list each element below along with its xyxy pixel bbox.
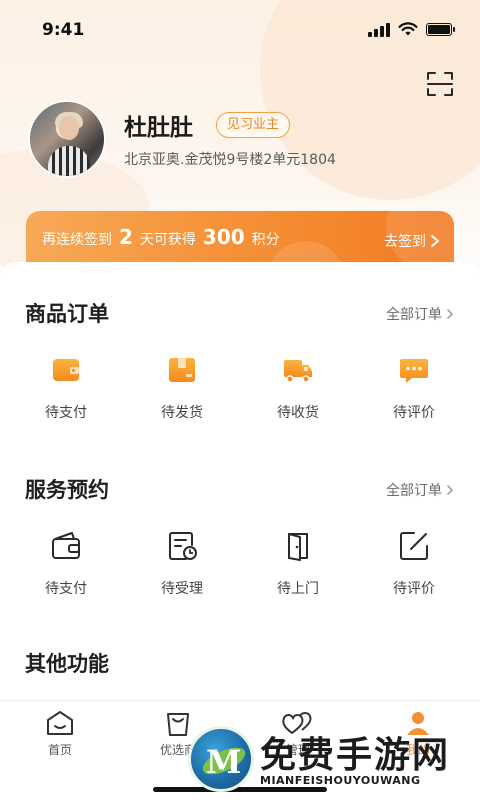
package-icon <box>169 358 195 382</box>
services-all-link[interactable]: 全部订单 <box>386 480 454 500</box>
watermark-logo: M <box>188 726 254 792</box>
order-pending-shipment[interactable]: 待发货 <box>124 354 240 422</box>
watermark-subtitle: MIANFEISHOUYOUWANG <box>260 774 421 787</box>
user-address: 北京亚奥.金茂悦9号楼2单元1804 <box>124 152 336 168</box>
signal-icon <box>368 22 390 37</box>
user-name: 杜肚肚 <box>124 115 193 141</box>
order-pending-review[interactable]: 待评价 <box>356 354 472 422</box>
battery-icon <box>426 23 455 36</box>
orders-all-link[interactable]: 全部订单 <box>386 304 454 324</box>
signin-points: 300 <box>202 225 245 249</box>
status-bar: 9:41 <box>0 0 480 60</box>
signin-button[interactable]: 去签到 <box>384 231 440 251</box>
orders-section-title: 商品订单 <box>25 302 109 326</box>
wallet-icon <box>53 359 79 381</box>
door-icon <box>288 533 308 561</box>
service-pending-payment-label: 待支付 <box>45 581 87 597</box>
comment-icon <box>400 359 428 383</box>
edit-icon <box>400 532 428 560</box>
order-pending-payment-label: 待支付 <box>45 405 87 421</box>
status-time: 9:41 <box>42 20 85 40</box>
chevron-right-icon <box>431 235 439 247</box>
services-grid: 待支付 待受理 待上门 待评价 <box>0 530 480 598</box>
truck-icon <box>284 360 312 383</box>
services-section-title: 服务预约 <box>25 478 109 502</box>
orders-all-label: 全部订单 <box>386 307 442 323</box>
scan-icon[interactable] <box>426 70 454 98</box>
service-pending-payment[interactable]: 待支付 <box>8 530 124 598</box>
schedule-icon <box>169 532 197 560</box>
wallet-outline-icon <box>52 532 80 559</box>
order-pending-review-label: 待评价 <box>393 405 435 421</box>
order-pending-receipt-label: 待收货 <box>277 405 319 421</box>
service-pending-review[interactable]: 待评价 <box>356 530 472 598</box>
service-pending-visit[interactable]: 待上门 <box>240 530 356 598</box>
signin-suffix: 积分 <box>251 232 280 248</box>
nav-home-label: 首页 <box>47 743 72 757</box>
service-pending-visit-label: 待上门 <box>277 581 319 597</box>
home-icon <box>47 711 73 735</box>
order-pending-receipt[interactable]: 待收货 <box>240 354 356 422</box>
service-pending-acceptance-label: 待受理 <box>161 581 203 597</box>
signin-prefix: 再连续签到 <box>42 232 112 248</box>
signin-action-label: 去签到 <box>384 234 426 250</box>
watermark: M 免费手游网 MIANFEISHOUYOUWANG <box>188 722 480 800</box>
wifi-icon <box>398 22 418 36</box>
status-icons <box>368 22 455 37</box>
user-level-badge: 见习业主 <box>216 112 291 138</box>
avatar[interactable] <box>28 100 106 178</box>
orders-grid: 待支付 待发货 待收货 待评价 <box>0 354 480 422</box>
other-section-title: 其他功能 <box>25 652 109 676</box>
order-pending-shipment-label: 待发货 <box>161 405 203 421</box>
signin-middle: 天可获得 <box>139 232 196 248</box>
service-pending-acceptance[interactable]: 待受理 <box>124 530 240 598</box>
content-card: 商品订单 全部订单 待支付 待发货 待收货 待评价 服务预约 全部订单 待支付 … <box>0 262 480 702</box>
nav-home[interactable]: 首页 <box>20 709 100 758</box>
services-all-label: 全部订单 <box>386 483 442 499</box>
order-pending-payment[interactable]: 待支付 <box>8 354 124 422</box>
signin-text: 再连续签到 2 天可获得 300 积分 <box>42 225 280 249</box>
chevron-right-icon <box>447 309 454 319</box>
service-pending-review-label: 待评价 <box>393 581 435 597</box>
chevron-right-icon <box>447 485 454 495</box>
watermark-title: 免费手游网 <box>260 735 451 776</box>
signin-days: 2 <box>119 225 133 249</box>
